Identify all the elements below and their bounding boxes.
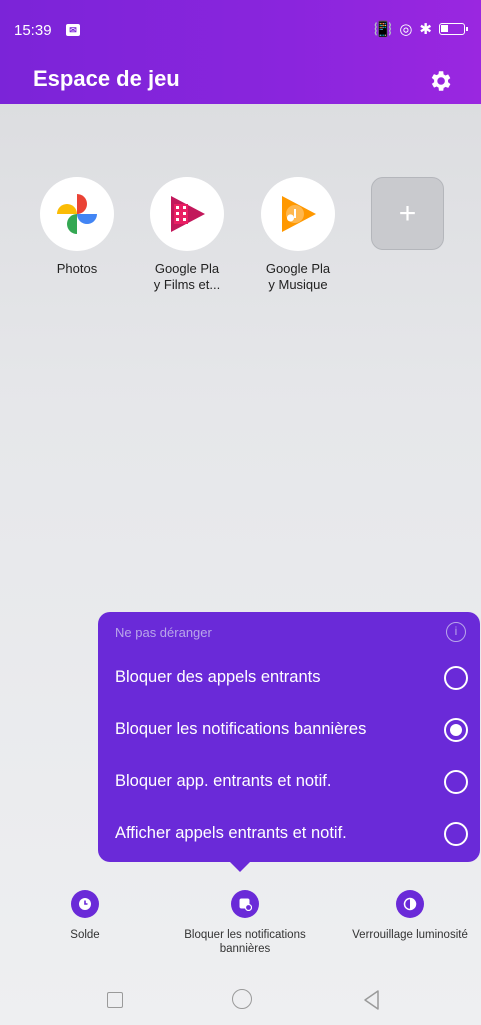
recent-apps-button[interactable]: [107, 992, 123, 1008]
page-title: Espace de jeu: [33, 66, 180, 91]
option-block-apps-and-notifications[interactable]: Bloquer app. entrants et notif.: [98, 756, 480, 808]
option-block-incoming-calls[interactable]: Bloquer des appels entrants: [98, 652, 480, 704]
tool-block-notifications[interactable]: Bloquer les notifications bannières: [165, 890, 325, 956]
status-time: 15:39: [14, 22, 52, 39]
info-icon[interactable]: i: [446, 622, 466, 642]
back-button[interactable]: [362, 989, 382, 1011]
tool-brightness-lock[interactable]: Verrouillage luminosité: [340, 890, 480, 942]
vibrate-icon: 📳: [373, 21, 393, 38]
option-label: Bloquer les notifications bannières: [115, 720, 367, 738]
radio-button[interactable]: [444, 770, 468, 794]
app-label: Photos: [56, 261, 98, 276]
radio-button[interactable]: [444, 822, 468, 846]
add-app-button[interactable]: +: [371, 177, 444, 250]
option-block-banner-notifications[interactable]: Bloquer les notifications bannières: [98, 704, 480, 756]
google-photos-icon: [40, 177, 114, 251]
battery-icon: [439, 23, 468, 35]
app-label: Google Pla y Musique: [265, 261, 331, 292]
plus-icon: +: [398, 196, 417, 230]
home-button[interactable]: [232, 989, 252, 1009]
tool-label: Verrouillage luminosité: [352, 929, 468, 941]
alarm-icon: ◎: [399, 21, 413, 38]
settings-gear-icon[interactable]: [427, 68, 453, 94]
app-photos[interactable]: Photos: [22, 177, 132, 277]
option-label: Bloquer app. entrants et notif.: [115, 772, 332, 790]
notification-block-icon: [231, 890, 259, 918]
google-play-music-icon: [261, 177, 335, 251]
tool-solde[interactable]: Solde: [40, 890, 130, 942]
game-tools-bar: Solde Bloquer les notifications bannière…: [0, 890, 481, 970]
radio-button-selected[interactable]: [444, 718, 468, 742]
app-label: Google Pla y Films et...: [153, 261, 221, 292]
tool-label: Solde: [70, 929, 100, 941]
clock-icon: [71, 890, 99, 918]
top-app-bar: 15:39 ✉ 📳 ◎ ✱ Espace de jeu: [0, 0, 481, 104]
status-icons: 📳 ◎ ✱: [373, 20, 468, 38]
brightness-icon: [396, 890, 424, 918]
do-not-disturb-popup: Ne pas déranger i Bloquer des appels ent…: [98, 612, 480, 872]
option-show-calls-and-notifications[interactable]: Afficher appels entrants et notif.: [98, 808, 480, 860]
app-google-play-musique[interactable]: Google Pla y Musique: [243, 177, 353, 293]
option-label: Bloquer des appels entrants: [115, 668, 321, 686]
bluetooth-icon: ✱: [419, 21, 432, 38]
google-play-movies-icon: [150, 177, 224, 251]
system-nav-bar: [0, 975, 481, 1025]
app-google-play-films[interactable]: Google Pla y Films et...: [132, 177, 242, 293]
message-notification-icon: ✉: [66, 24, 80, 36]
option-label: Afficher appels entrants et notif.: [115, 824, 347, 842]
radio-button[interactable]: [444, 666, 468, 690]
tool-label: Bloquer les notifications bannières: [184, 929, 306, 955]
popup-title: Ne pas déranger: [115, 625, 212, 640]
